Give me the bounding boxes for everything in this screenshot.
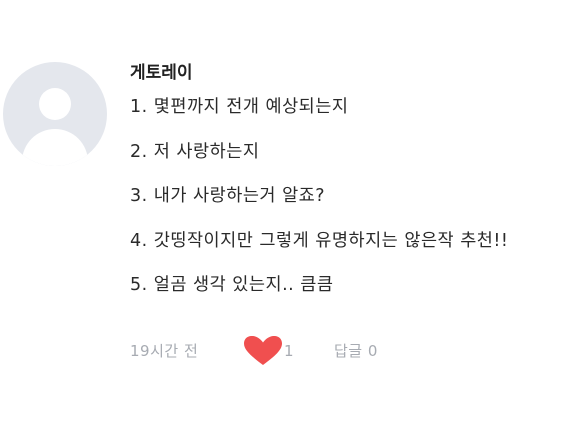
avatar-head-shape	[39, 88, 71, 120]
comment-line: 5. 얼곰 생각 있는지.. 큼큼	[130, 275, 334, 295]
like-button[interactable]	[243, 336, 283, 366]
heart-icon	[244, 336, 282, 365]
comment-line: 2. 저 사랑하는지	[130, 141, 260, 162]
comment-body: 게토레이 1. 몇편까지 전개 예상되는지 2. 저 사랑하는지 3. 내가 사…	[130, 62, 560, 319]
like-count: 1	[284, 342, 294, 360]
comment-text: 1. 몇편까지 전개 예상되는지 2. 저 사랑하는지 3. 내가 사랑하는거 …	[130, 96, 560, 296]
comment-author[interactable]: 게토레이	[130, 62, 560, 84]
comment-line: 4. 갓띵작이지만 그렇게 유명하지는 않은작 추천!!	[130, 230, 509, 251]
avatar-body-shape	[22, 129, 88, 166]
reply-button[interactable]: 답글 0	[334, 341, 378, 361]
comment-line: 1. 몇편까지 전개 예상되는지	[130, 97, 349, 117]
comment-line: 3. 내가 사랑하는거 알죠?	[130, 186, 326, 206]
comment-meta: 19시간 전 1 답글 0	[130, 336, 560, 366]
avatar	[3, 62, 107, 166]
comment-timestamp: 19시간 전	[130, 342, 199, 360]
